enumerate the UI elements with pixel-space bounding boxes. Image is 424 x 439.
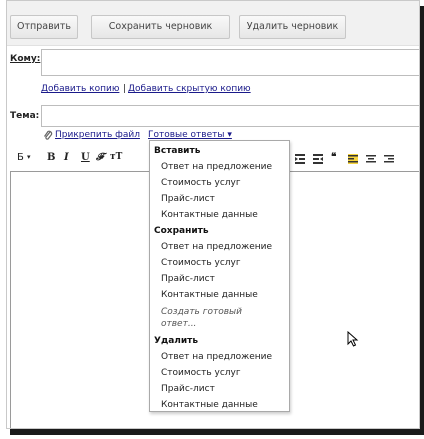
text-size-button[interactable]: тТ [110,152,122,162]
bold-button[interactable]: B [47,152,55,163]
save-item-offer-reply[interactable]: Ответ на предложение [161,242,272,252]
add-cc-link[interactable]: Добавить копию [41,84,119,94]
paperclip-icon [44,130,53,140]
delete-item-offer-reply[interactable]: Ответ на предложение [161,352,272,362]
delete-item-price-list[interactable]: Прайс-лист [161,384,215,394]
insert-item-service-cost[interactable]: Стоимость услуг [161,178,241,188]
italic-button[interactable]: I [64,152,69,163]
align-right-icon[interactable] [384,154,394,164]
insert-item-contacts[interactable]: Контактные данные [161,210,258,220]
delete-draft-button[interactable]: Удалить черновик [239,15,346,39]
menu-heading-insert: Вставить [154,146,201,156]
font-style-button[interactable]: 𝓕 [96,152,103,163]
menu-heading-save: Сохранить [154,226,209,236]
indent-less-icon[interactable] [295,154,305,164]
save-item-contacts[interactable]: Контактные данные [161,290,258,300]
underline-button[interactable]: U [81,152,90,163]
create-canned-line1: Создать готовый [161,307,242,317]
align-left-icon[interactable] [348,154,358,164]
delete-item-service-cost[interactable]: Стоимость услуг [161,368,241,378]
save-item-price-list[interactable]: Прайс-лист [161,274,215,284]
font-button[interactable]: Б [17,152,24,163]
add-bcc-link[interactable]: Добавить скрытую копию [128,84,251,94]
canned-responses-dropdown[interactable]: Готовые ответы ▾ [148,130,232,140]
canned-responses-menu: Вставить Ответ на предложение Стоимость … [149,140,290,412]
to-label[interactable]: Кому: [10,54,40,64]
save-item-service-cost[interactable]: Стоимость услуг [161,258,241,268]
save-draft-button[interactable]: Сохранить черновик [91,15,230,39]
cc-separator: | [123,84,127,94]
menu-heading-delete: Удалить [154,336,199,346]
compose-window: Отправить Сохранить черновик Удалить чер… [6,0,420,429]
font-dropdown-icon[interactable]: ▾ [27,152,31,161]
delete-item-contacts[interactable]: Контактные данные [161,400,258,410]
create-canned-response-item[interactable]: Создать готовый ответ... [161,306,276,330]
attach-file-link[interactable]: Прикрепить файл [55,130,140,140]
compose-toolbar: Отправить Сохранить черновик Удалить чер… [7,1,419,46]
quote-button[interactable]: ❝ [331,152,336,163]
create-canned-line2: ответ... [161,319,197,329]
to-field[interactable] [41,49,419,76]
indent-more-icon[interactable] [313,154,323,164]
mouse-cursor-icon [347,331,359,347]
subject-field[interactable] [41,105,419,127]
subject-label: Тема: [10,111,40,121]
align-center-icon[interactable] [366,154,376,164]
insert-item-price-list[interactable]: Прайс-лист [161,194,215,204]
send-button[interactable]: Отправить [10,15,78,39]
insert-item-offer-reply[interactable]: Ответ на предложение [161,162,272,172]
